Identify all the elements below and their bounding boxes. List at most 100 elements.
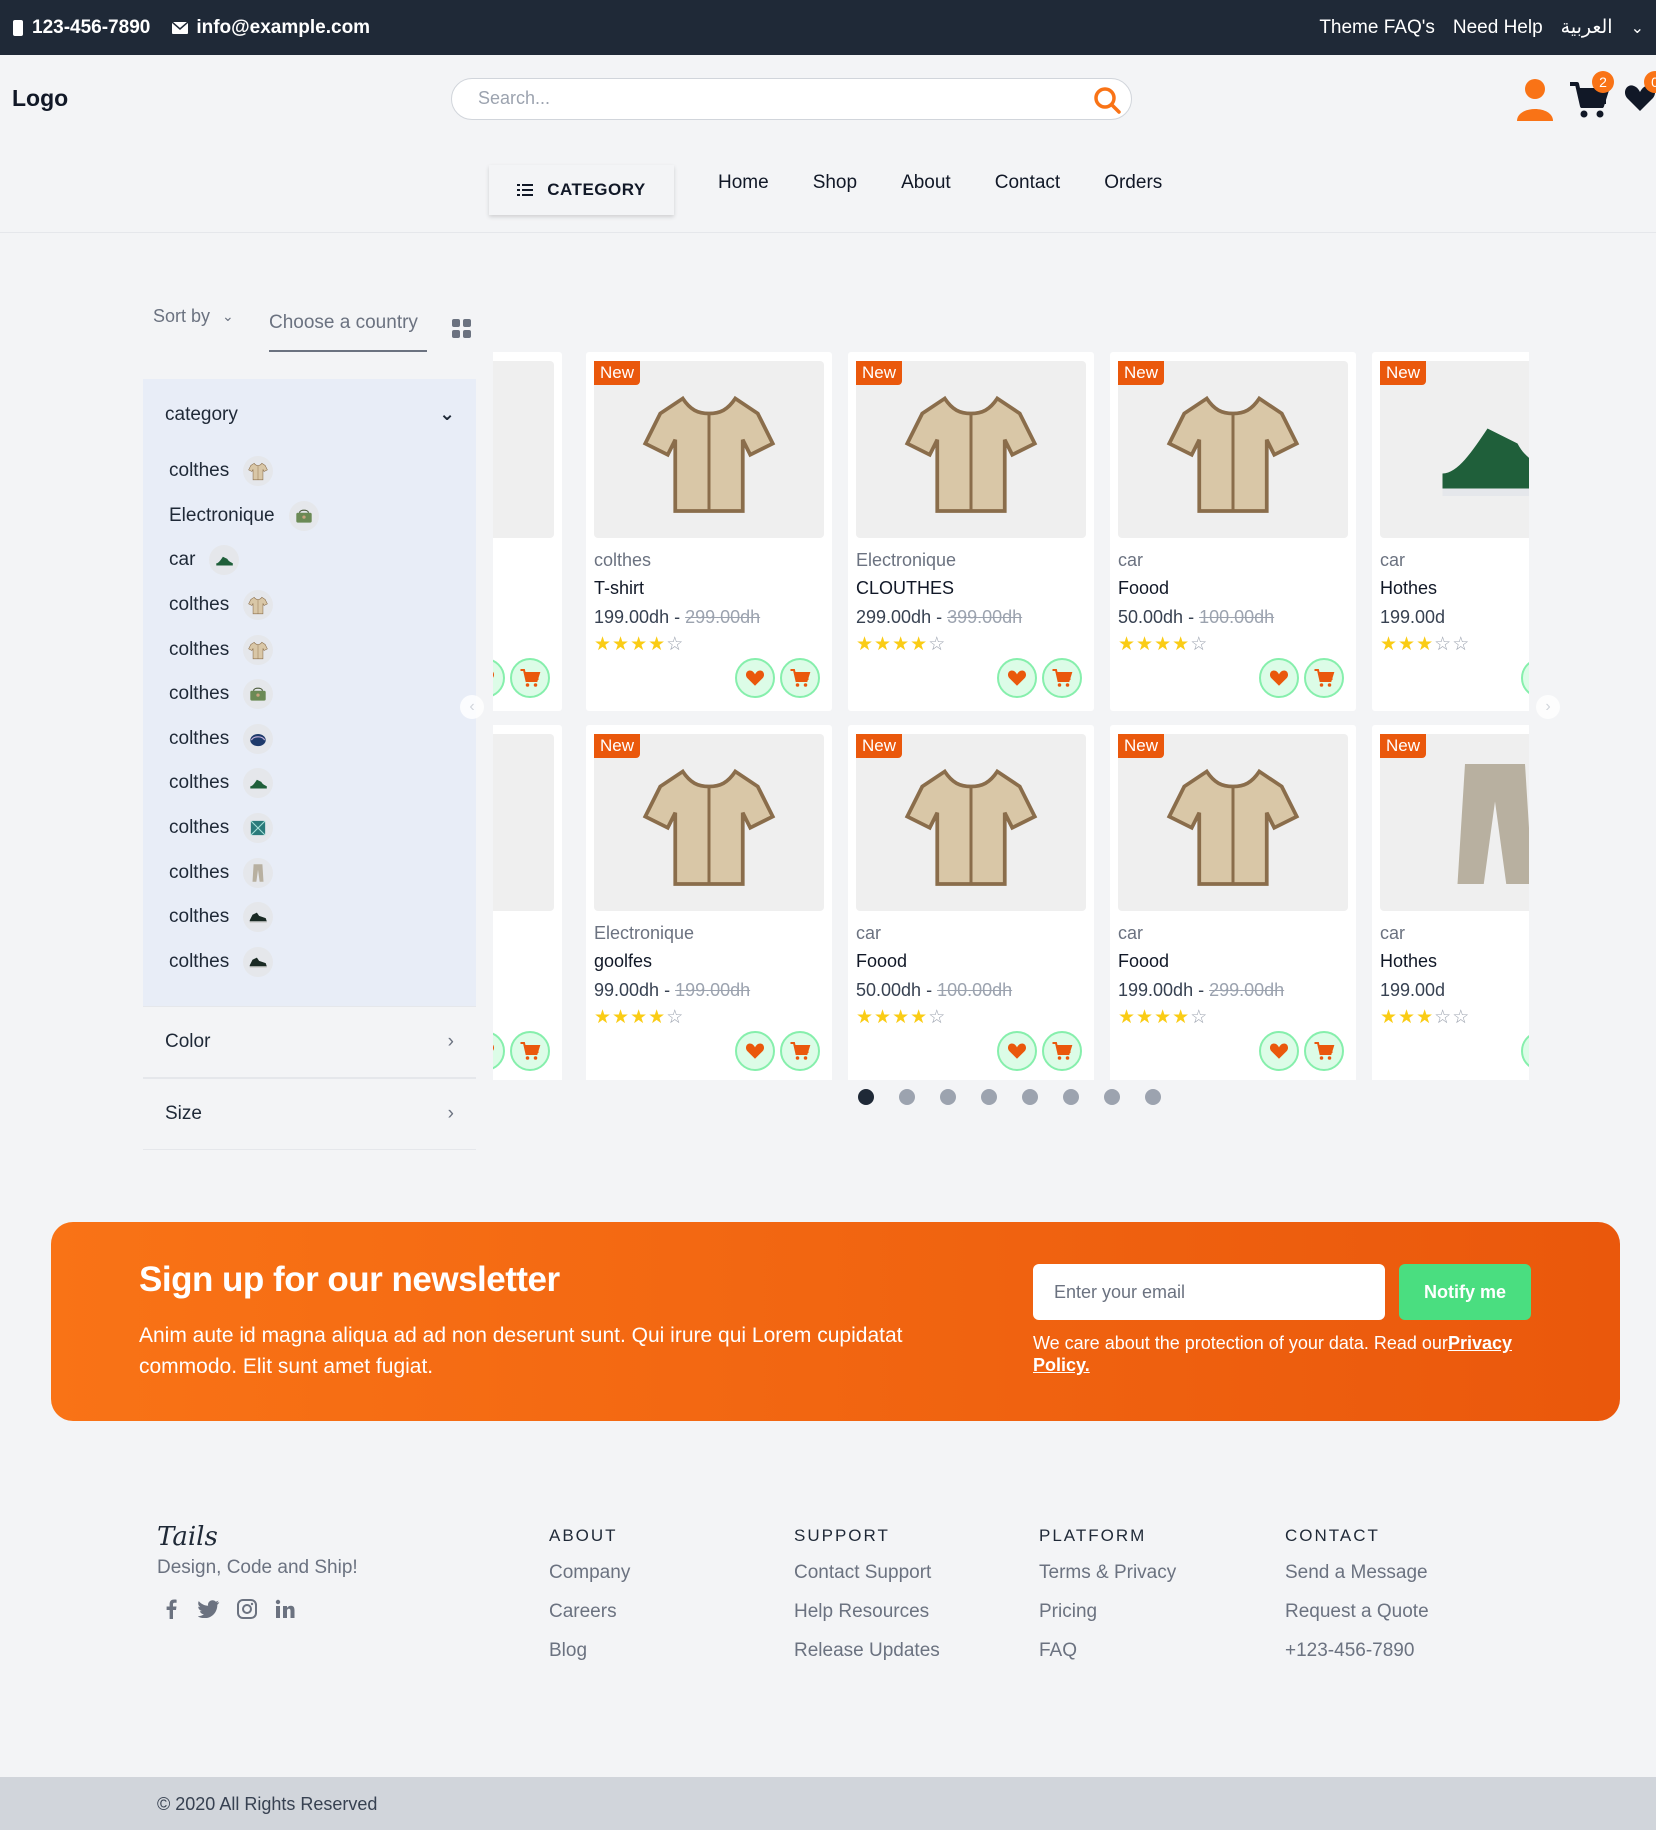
need-help-link[interactable]: Need Help <box>1453 17 1543 39</box>
footer-link[interactable]: Company <box>549 1562 630 1584</box>
add-to-wishlist-button[interactable] <box>997 658 1037 698</box>
country-select[interactable]: Choose a country <box>269 312 427 352</box>
product-card[interactable]: New Electronique CLOUTHES 299.00dh - 399.00… <box>848 352 1094 711</box>
product-card[interactable]: New car Hothes 199.00d ★★★☆☆ <box>1372 725 1529 1080</box>
category-accordion-header[interactable]: category ⌄ <box>165 403 455 426</box>
category-item[interactable]: car <box>169 538 319 583</box>
product-card[interactable]: New car Foood 50.00dh - 100.00dh ★★★★☆ <box>1110 352 1356 711</box>
footer-link[interactable]: Careers <box>549 1601 630 1623</box>
product-image[interactable] <box>493 734 554 911</box>
carousel-dot[interactable] <box>1145 1089 1161 1105</box>
add-to-cart-button[interactable] <box>780 658 820 698</box>
category-item[interactable]: colthes <box>169 940 319 985</box>
size-filter[interactable]: Size › <box>143 1078 476 1150</box>
product-card[interactable]: New Electronique goolfes 99.00dh - 199.00dh… <box>586 725 832 1080</box>
footer-link[interactable]: Help Resources <box>794 1601 940 1623</box>
category-item[interactable]: colthes <box>169 761 319 806</box>
carousel-dot[interactable] <box>1063 1089 1079 1105</box>
carousel-dot[interactable] <box>899 1089 915 1105</box>
footer-link[interactable]: Pricing <box>1039 1601 1176 1623</box>
carousel-dot[interactable] <box>940 1089 956 1105</box>
nav-home[interactable]: Home <box>718 172 769 194</box>
nav-about[interactable]: About <box>901 172 951 194</box>
search-input[interactable] <box>478 88 1058 109</box>
footer-brand-logo[interactable]: Tails <box>157 1522 218 1552</box>
category-menu-button[interactable]: CATEGORY <box>489 165 674 215</box>
footer-link[interactable]: Send a Message <box>1285 1562 1429 1584</box>
footer-link[interactable]: +123-456-7890 <box>1285 1640 1429 1662</box>
product-image[interactable] <box>594 361 824 538</box>
add-to-wishlist-button[interactable] <box>997 1031 1037 1071</box>
add-to-cart-button[interactable] <box>780 1031 820 1071</box>
grid-view-icon[interactable] <box>452 319 472 339</box>
add-to-wishlist-button[interactable] <box>1521 658 1529 698</box>
category-item[interactable]: colthes <box>169 895 319 940</box>
add-to-cart-button[interactable] <box>1042 658 1082 698</box>
add-to-cart-button[interactable] <box>510 1031 550 1071</box>
category-item[interactable]: Electronique <box>169 494 319 539</box>
footer-link[interactable]: FAQ <box>1039 1640 1176 1662</box>
product-image[interactable] <box>1380 361 1529 538</box>
product-image[interactable] <box>594 734 824 911</box>
color-filter[interactable]: Color › <box>143 1006 476 1078</box>
add-to-cart-button[interactable] <box>1304 658 1344 698</box>
product-image[interactable] <box>1118 734 1348 911</box>
logo[interactable]: Logo <box>12 85 68 112</box>
add-to-wishlist-button[interactable] <box>493 1031 505 1071</box>
carousel-dot[interactable] <box>1104 1089 1120 1105</box>
product-image[interactable] <box>1380 734 1529 911</box>
user-icon[interactable] <box>1515 77 1555 121</box>
category-item[interactable]: colthes <box>169 449 319 494</box>
footer-link[interactable]: Blog <box>549 1640 630 1662</box>
carousel-dot[interactable] <box>858 1089 874 1105</box>
product-card[interactable]: h - 299.00dh★☆ <box>493 352 562 711</box>
footer-link[interactable]: Request a Quote <box>1285 1601 1429 1623</box>
nav-contact[interactable]: Contact <box>995 172 1060 194</box>
nav-shop[interactable]: Shop <box>813 172 857 194</box>
phone-contact[interactable]: 123-456-7890 <box>12 17 150 39</box>
category-item[interactable]: colthes <box>169 672 319 717</box>
add-to-wishlist-button[interactable] <box>1259 1031 1299 1071</box>
carousel-prev-arrow[interactable]: ‹ <box>460 695 484 719</box>
linkedin-icon[interactable] <box>274 1598 296 1620</box>
facebook-icon[interactable] <box>160 1598 182 1620</box>
category-item[interactable]: colthes <box>169 627 319 672</box>
instagram-icon[interactable] <box>236 1598 258 1620</box>
carousel-next-arrow[interactable]: › <box>1536 695 1560 719</box>
add-to-cart-button[interactable] <box>1042 1031 1082 1071</box>
add-to-wishlist-button[interactable] <box>1521 1031 1529 1071</box>
add-to-wishlist-button[interactable] <box>493 658 505 698</box>
product-card[interactable]: h - 299.00dh★☆ <box>493 725 562 1080</box>
carousel-dot[interactable] <box>1022 1089 1038 1105</box>
product-image[interactable] <box>1118 361 1348 538</box>
product-image[interactable] <box>493 361 554 538</box>
twitter-icon[interactable] <box>198 1598 220 1620</box>
product-card[interactable]: New car Foood 199.00dh - 299.00dh ★★★★☆ <box>1110 725 1356 1080</box>
footer-link[interactable]: Contact Support <box>794 1562 940 1584</box>
footer-link[interactable]: Release Updates <box>794 1640 940 1662</box>
newsletter-email-input[interactable] <box>1033 1264 1385 1320</box>
product-image[interactable] <box>856 361 1086 538</box>
nav-orders[interactable]: Orders <box>1104 172 1162 194</box>
carousel-dot[interactable] <box>981 1089 997 1105</box>
category-item[interactable]: colthes <box>169 850 319 895</box>
category-item[interactable]: colthes <box>169 806 319 851</box>
footer-link[interactable]: Terms & Privacy <box>1039 1562 1176 1584</box>
category-item[interactable]: colthes <box>169 717 319 762</box>
product-card[interactable]: New car Foood 50.00dh - 100.00dh ★★★★☆ <box>848 725 1094 1080</box>
add-to-wishlist-button[interactable] <box>735 1031 775 1071</box>
sort-dropdown[interactable]: Sort by ⌄ <box>153 306 234 327</box>
add-to-cart-button[interactable] <box>1304 1031 1344 1071</box>
category-item[interactable]: colthes <box>169 583 319 628</box>
product-card[interactable]: New car Hothes 199.00d ★★★☆☆ <box>1372 352 1529 711</box>
notify-me-button[interactable]: Notify me <box>1399 1264 1531 1320</box>
product-card[interactable]: New colthes T-shirt 199.00dh - 299.00dh ★★★★… <box>586 352 832 711</box>
product-image[interactable] <box>856 734 1086 911</box>
theme-faq-link[interactable]: Theme FAQ's <box>1319 17 1435 39</box>
add-to-wishlist-button[interactable] <box>1259 658 1299 698</box>
language-selector[interactable]: العربية ⌄ <box>1561 16 1644 39</box>
add-to-wishlist-button[interactable] <box>735 658 775 698</box>
add-to-cart-button[interactable] <box>510 658 550 698</box>
email-contact[interactable]: info@example.com <box>172 17 370 39</box>
search-icon[interactable] <box>1091 84 1123 116</box>
